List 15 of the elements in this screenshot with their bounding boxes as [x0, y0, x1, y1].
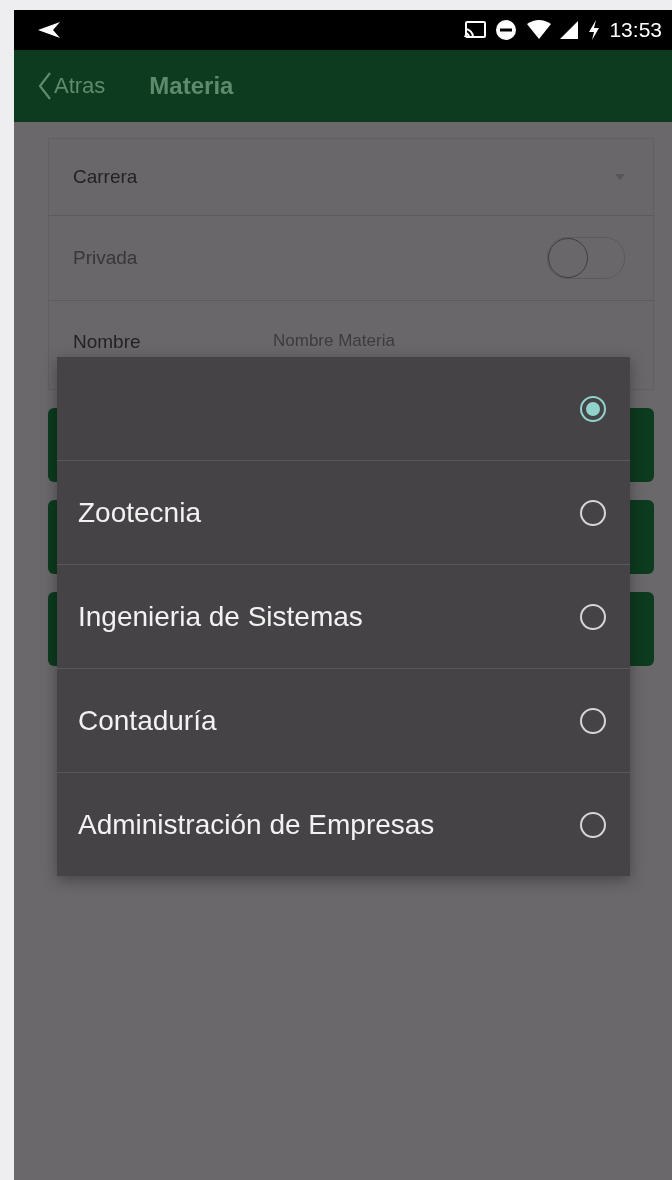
radio-option[interactable]: Contaduría: [57, 669, 630, 773]
radio-option[interactable]: Zootecnia: [57, 461, 630, 565]
field-label: Nombre: [73, 331, 142, 353]
clock-time: 13:53: [609, 18, 662, 42]
screen-title: Materia: [149, 72, 234, 100]
toggle-switch[interactable]: [547, 237, 625, 279]
radio-option[interactable]: Administración de Empresas: [57, 773, 630, 876]
radio-option[interactable]: Ingenieria de Sistemas: [57, 565, 630, 669]
signal-icon: [559, 20, 580, 40]
cast-icon: [463, 20, 488, 40]
charging-icon: [587, 20, 602, 40]
do-not-disturb-icon: [495, 19, 518, 41]
send-icon: [36, 21, 62, 39]
wifi-icon: [525, 20, 552, 40]
chevron-left-icon: [38, 71, 52, 101]
